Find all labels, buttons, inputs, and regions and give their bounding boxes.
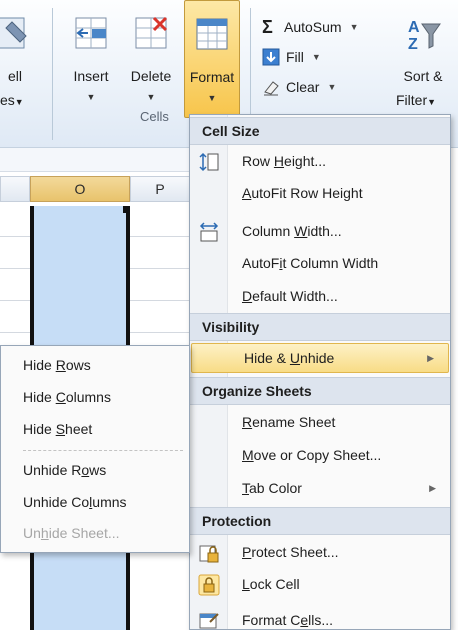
section-protection: Protection <box>190 507 450 535</box>
fill-label: Fill <box>286 49 304 65</box>
column-header-p[interactable]: P <box>130 176 190 202</box>
clear-button[interactable]: Clear ▼ <box>262 74 336 100</box>
insert-cells-icon <box>75 17 107 49</box>
menu-item-column-width[interactable]: Column Width... <box>190 216 450 247</box>
format-dropdown-icon: ▼ <box>207 93 217 103</box>
row-height-icon <box>199 152 219 172</box>
section-organize-sheets: Organize Sheets <box>190 377 450 405</box>
menu-item-tab-color[interactable]: Tab Color ▶ <box>190 473 450 504</box>
submenu-separator <box>23 450 183 451</box>
format-button[interactable]: Format ▼ <box>184 0 240 118</box>
sort-label-line1: Sort & <box>403 68 443 84</box>
fill-dropdown-icon: ▼ <box>311 52 321 62</box>
submenu-item-unhide-columns[interactable]: Unhide Columns <box>1 486 189 518</box>
protect-sheet-icon <box>199 545 219 563</box>
autosum-button[interactable]: Σ AutoSum ▼ <box>262 14 359 40</box>
column-header-partial[interactable] <box>0 176 30 202</box>
delete-cells-icon <box>135 16 168 49</box>
column-width-icon <box>199 222 219 242</box>
format-label: Format <box>189 69 235 85</box>
submenu-item-unhide-rows[interactable]: Unhide Rows <box>1 454 189 486</box>
fill-button[interactable]: Fill ▼ <box>262 44 321 70</box>
submenu-item-hide-columns[interactable]: Hide Columns <box>1 381 189 413</box>
insert-button[interactable]: Insert ▼ <box>62 0 120 124</box>
menu-item-move-copy-sheet[interactable]: Move or Copy Sheet... <box>190 440 450 471</box>
sort-filter-button[interactable]: A Z Sort & Filter▼ <box>394 0 452 124</box>
fill-down-icon <box>262 48 280 66</box>
insert-label: Insert <box>73 68 109 84</box>
eraser-icon <box>264 81 279 96</box>
submenu-item-hide-rows[interactable]: Hide Rows <box>1 349 189 381</box>
menu-item-protect-sheet[interactable]: Protect Sheet... <box>190 537 450 568</box>
autosum-dropdown-icon: ▼ <box>349 22 359 32</box>
fill-handle[interactable] <box>123 206 130 213</box>
format-cells-dialog-icon <box>199 613 219 629</box>
cell-styles-button[interactable]: ell es▼ <box>0 0 40 124</box>
clear-label: Clear <box>286 79 320 95</box>
cell-styles-icon <box>0 17 27 49</box>
sort-filter-icon: A Z <box>408 19 441 52</box>
cell-styles-label-2: es▼ <box>0 92 24 108</box>
clear-dropdown-icon: ▼ <box>327 82 337 92</box>
menu-item-format-cells[interactable]: Format Cells... <box>190 605 450 630</box>
svg-text:A: A <box>408 19 420 36</box>
cell-styles-label-1: ell <box>8 68 23 84</box>
delete-button[interactable]: Delete ▼ <box>120 0 182 124</box>
submenu-arrow-icon: ▶ <box>429 483 436 493</box>
menu-item-rename-sheet[interactable]: Rename Sheet <box>190 407 450 438</box>
menu-item-autofit-column-width[interactable]: AutoFit Column Width <box>190 248 450 279</box>
autosum-label: AutoSum <box>284 19 342 35</box>
menu-item-autofit-row-height[interactable]: AutoFit Row Height <box>190 178 450 209</box>
lock-icon <box>198 574 220 596</box>
formula-bar-area <box>0 148 190 172</box>
svg-text:Z: Z <box>408 36 418 52</box>
submenu-item-hide-sheet[interactable]: Hide Sheet <box>1 413 189 445</box>
delete-label: Delete <box>130 68 172 84</box>
column-header-o[interactable]: O <box>30 176 130 202</box>
format-dropdown-menu: Cell Size Row Height... AutoFit Row Heig… <box>189 114 451 630</box>
hide-unhide-submenu: Hide Rows Hide Columns Hide Sheet Unhide… <box>0 345 190 553</box>
submenu-arrow-icon: ▶ <box>427 353 434 363</box>
delete-dropdown-icon: ▼ <box>146 92 156 102</box>
cells-group-label: Cells <box>140 109 169 124</box>
menu-item-default-width[interactable]: Default Width... <box>190 281 450 312</box>
menu-item-row-height[interactable]: Row Height... <box>190 146 450 177</box>
sort-label-line2: Filter▼ <box>396 92 437 108</box>
insert-dropdown-icon: ▼ <box>86 92 96 102</box>
section-cell-size: Cell Size <box>190 117 450 145</box>
sigma-icon: Σ <box>262 16 273 37</box>
menu-item-lock-cell[interactable]: Lock Cell <box>190 569 450 600</box>
format-cells-icon <box>196 18 228 50</box>
group-separator <box>52 8 53 140</box>
menu-item-hide-unhide[interactable]: Hide & Unhide ▶ <box>191 343 449 373</box>
submenu-item-unhide-sheet: Unhide Sheet... <box>23 525 120 541</box>
section-visibility: Visibility <box>190 313 450 341</box>
